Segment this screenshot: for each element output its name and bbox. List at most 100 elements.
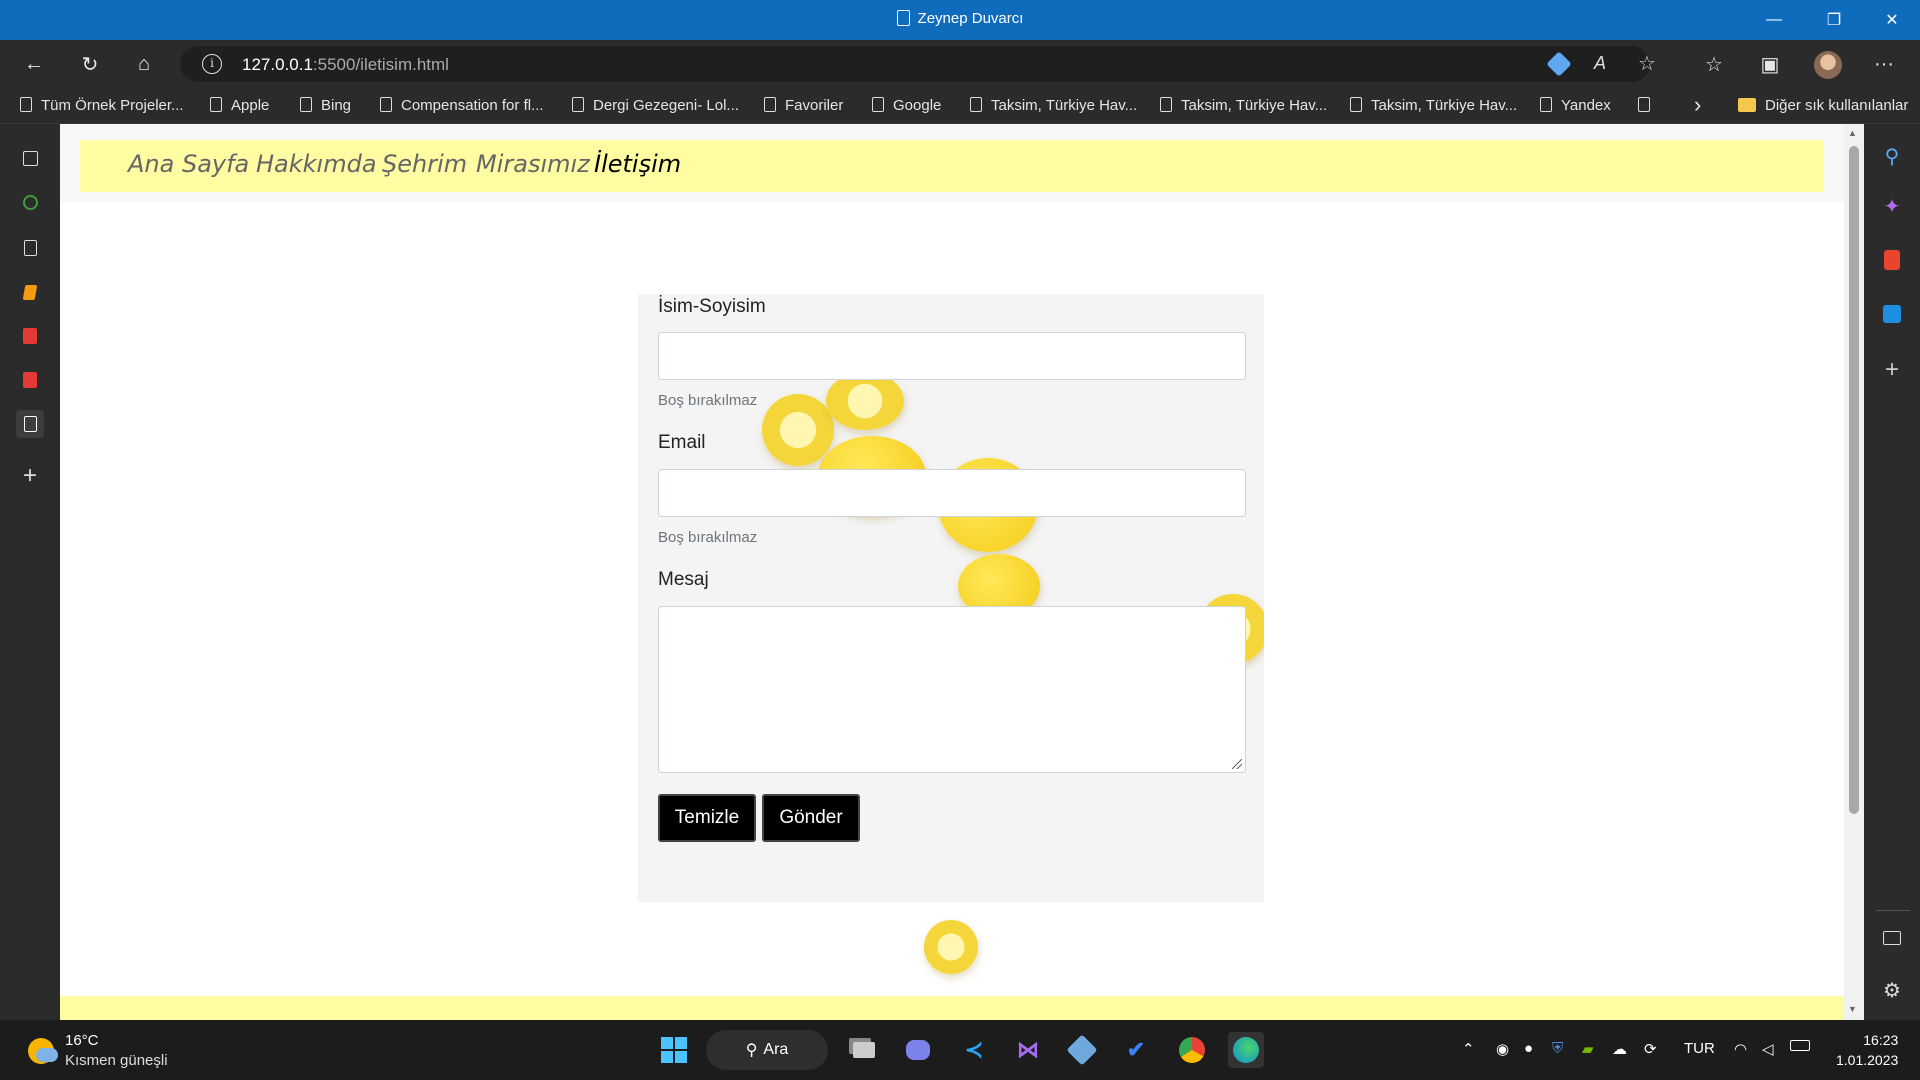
- weather-condition: Kısmen güneşli: [65, 1052, 168, 1069]
- show-hidden-icons-chevron[interactable]: ⌃: [1462, 1040, 1475, 1058]
- lemon-image: [762, 394, 834, 466]
- app-cube-icon[interactable]: [1064, 1032, 1100, 1068]
- url-text[interactable]: 127.0.0.1:5500/iletisim.html: [242, 55, 449, 75]
- email-input[interactable]: [658, 469, 1246, 517]
- bookmark-item[interactable]: Dergi Gezegeni- Lol...: [572, 97, 739, 114]
- nav-link-iletisim[interactable]: İletişim: [594, 150, 681, 178]
- clear-button[interactable]: Temizle: [658, 794, 756, 842]
- bookmark-item[interactable]: Google: [872, 97, 941, 114]
- shopping-tag-icon[interactable]: [1546, 51, 1572, 77]
- page-icon: [1638, 97, 1650, 112]
- system-clock[interactable]: 16:23 1.01.2023: [1836, 1030, 1898, 1070]
- window-title-bar: Zeynep Duvarcı — ❐ ✕: [0, 0, 1920, 40]
- document-icon: [896, 10, 910, 26]
- page-icon: [872, 97, 884, 112]
- bookmark-item[interactable]: Taksim, Türkiye Hav...: [1160, 97, 1327, 114]
- onedrive-icon[interactable]: ☁: [1612, 1040, 1627, 1058]
- bookmarks-overflow-button[interactable]: ›: [1694, 92, 1701, 118]
- tab-page-icon[interactable]: [16, 234, 44, 262]
- new-tab-plus-icon[interactable]: +: [16, 462, 44, 490]
- todo-check-icon[interactable]: ✔: [1118, 1032, 1154, 1068]
- web-page: Ana Sayfa Hakkımda Şehrim Mirasımız İlet…: [60, 124, 1844, 1020]
- scroll-down-arrow-icon[interactable]: ▼: [1848, 1004, 1857, 1014]
- close-button[interactable]: ✕: [1864, 0, 1920, 40]
- active-tab-page-icon[interactable]: [16, 410, 44, 438]
- back-button[interactable]: ←: [16, 46, 52, 82]
- tray-app-icon[interactable]: ◉: [1496, 1040, 1509, 1058]
- resize-grip-icon[interactable]: [1232, 759, 1242, 769]
- scroll-up-arrow-icon[interactable]: ▲: [1848, 128, 1857, 138]
- more-options-button[interactable]: ···: [1866, 46, 1902, 82]
- nav-link-sehrim[interactable]: Şehrim: [382, 150, 467, 178]
- visual-studio-icon[interactable]: ⋈: [1010, 1032, 1046, 1068]
- page-icon: [764, 97, 776, 112]
- profile-avatar[interactable]: [1814, 51, 1842, 79]
- nav-link-hakkimda[interactable]: Hakkımda: [256, 150, 377, 178]
- nav-link-mirasimiz[interactable]: Mirasımız: [476, 150, 590, 178]
- chrome-icon[interactable]: [1174, 1032, 1210, 1068]
- scroll-thumb[interactable]: [1849, 146, 1859, 814]
- page-icon: [572, 97, 584, 112]
- page-icon: [20, 97, 32, 112]
- bookmark-item[interactable]: [1638, 97, 1659, 114]
- nav-link-ana-sayfa[interactable]: Ana Sayfa: [128, 150, 249, 178]
- message-textarea[interactable]: [658, 606, 1246, 773]
- lemon-image: [826, 372, 904, 430]
- outlook-icon[interactable]: [1878, 300, 1906, 328]
- address-bar[interactable]: i 127.0.0.1:5500/iletisim.html A ☆: [180, 46, 1656, 82]
- other-favorites-folder[interactable]: Diğer sık kullanılanlar: [1738, 97, 1908, 114]
- task-view-icon[interactable]: [846, 1032, 882, 1068]
- add-sidebar-app-icon[interactable]: +: [1878, 356, 1906, 384]
- taskbar-search[interactable]: ⚲ Ara: [706, 1030, 828, 1070]
- security-shield-icon[interactable]: ⛨: [1552, 1040, 1563, 1057]
- restore-button[interactable]: ❐: [1806, 0, 1862, 40]
- bookmark-item[interactable]: Yandex: [1540, 97, 1611, 114]
- page-icon: [380, 97, 392, 112]
- read-aloud-icon[interactable]: A: [1594, 53, 1606, 74]
- hide-sidebar-icon[interactable]: [1878, 924, 1906, 952]
- bookmark-item[interactable]: Taksim, Türkiye Hav...: [970, 97, 1137, 114]
- teams-chat-icon[interactable]: [900, 1032, 936, 1068]
- volume-icon[interactable]: ◁: [1762, 1040, 1774, 1058]
- vscode-icon[interactable]: ≺: [956, 1032, 992, 1068]
- tab-pdf-icon[interactable]: [16, 322, 44, 350]
- bookmark-item[interactable]: Bing: [300, 97, 351, 114]
- edge-icon[interactable]: [1228, 1032, 1264, 1068]
- bookmark-item[interactable]: Compensation for fl...: [380, 97, 544, 114]
- send-button[interactable]: Gönder: [762, 794, 860, 842]
- settings-gear-icon[interactable]: ⚙: [1878, 976, 1906, 1004]
- email-label: Email: [658, 432, 706, 453]
- start-windows-icon[interactable]: [656, 1032, 692, 1068]
- tab-actions-icon[interactable]: [16, 144, 44, 172]
- bookmark-item[interactable]: Taksim, Türkiye Hav...: [1350, 97, 1517, 114]
- collections-button[interactable]: ▣: [1752, 46, 1788, 82]
- clock-time: 16:23: [1863, 1032, 1899, 1048]
- refresh-button[interactable]: ↻: [72, 46, 108, 82]
- page-icon: [300, 97, 312, 112]
- email-help-text: Boş bırakılmaz: [658, 529, 758, 546]
- tray-app-icon[interactable]: ●: [1524, 1040, 1533, 1057]
- copilot-sparkle-icon[interactable]: ✦: [1878, 192, 1906, 220]
- favorites-bar: Tüm Örnek Projeler... Apple Bing Compens…: [0, 88, 1920, 124]
- office-icon[interactable]: [1878, 246, 1906, 274]
- weather-temperature: 16°C: [65, 1032, 99, 1049]
- page-scrollbar[interactable]: ▲ ▼: [1844, 124, 1864, 1020]
- home-button[interactable]: ⌂: [126, 46, 162, 82]
- sync-icon[interactable]: ⟳: [1644, 1040, 1657, 1058]
- nvidia-icon[interactable]: ▰: [1582, 1040, 1594, 1058]
- bookmark-item[interactable]: Apple: [210, 97, 269, 114]
- site-info-icon[interactable]: i: [202, 54, 222, 74]
- input-language[interactable]: TUR: [1684, 1040, 1715, 1057]
- battery-icon[interactable]: [1790, 1040, 1810, 1051]
- minimize-button[interactable]: —: [1746, 0, 1802, 40]
- name-input[interactable]: [658, 332, 1246, 380]
- add-favorite-icon[interactable]: ☆: [1638, 51, 1656, 76]
- bookmark-item[interactable]: Tüm Örnek Projeler...: [20, 97, 184, 114]
- search-icon[interactable]: ⚲: [1878, 142, 1906, 170]
- tab-pdf-icon[interactable]: [16, 366, 44, 394]
- favorites-button[interactable]: ☆: [1696, 46, 1732, 82]
- tab-book-icon[interactable]: [16, 278, 44, 306]
- wifi-icon[interactable]: ◠: [1734, 1040, 1747, 1058]
- tab-loading-icon[interactable]: [16, 188, 44, 216]
- bookmark-item[interactable]: Favoriler: [764, 97, 843, 114]
